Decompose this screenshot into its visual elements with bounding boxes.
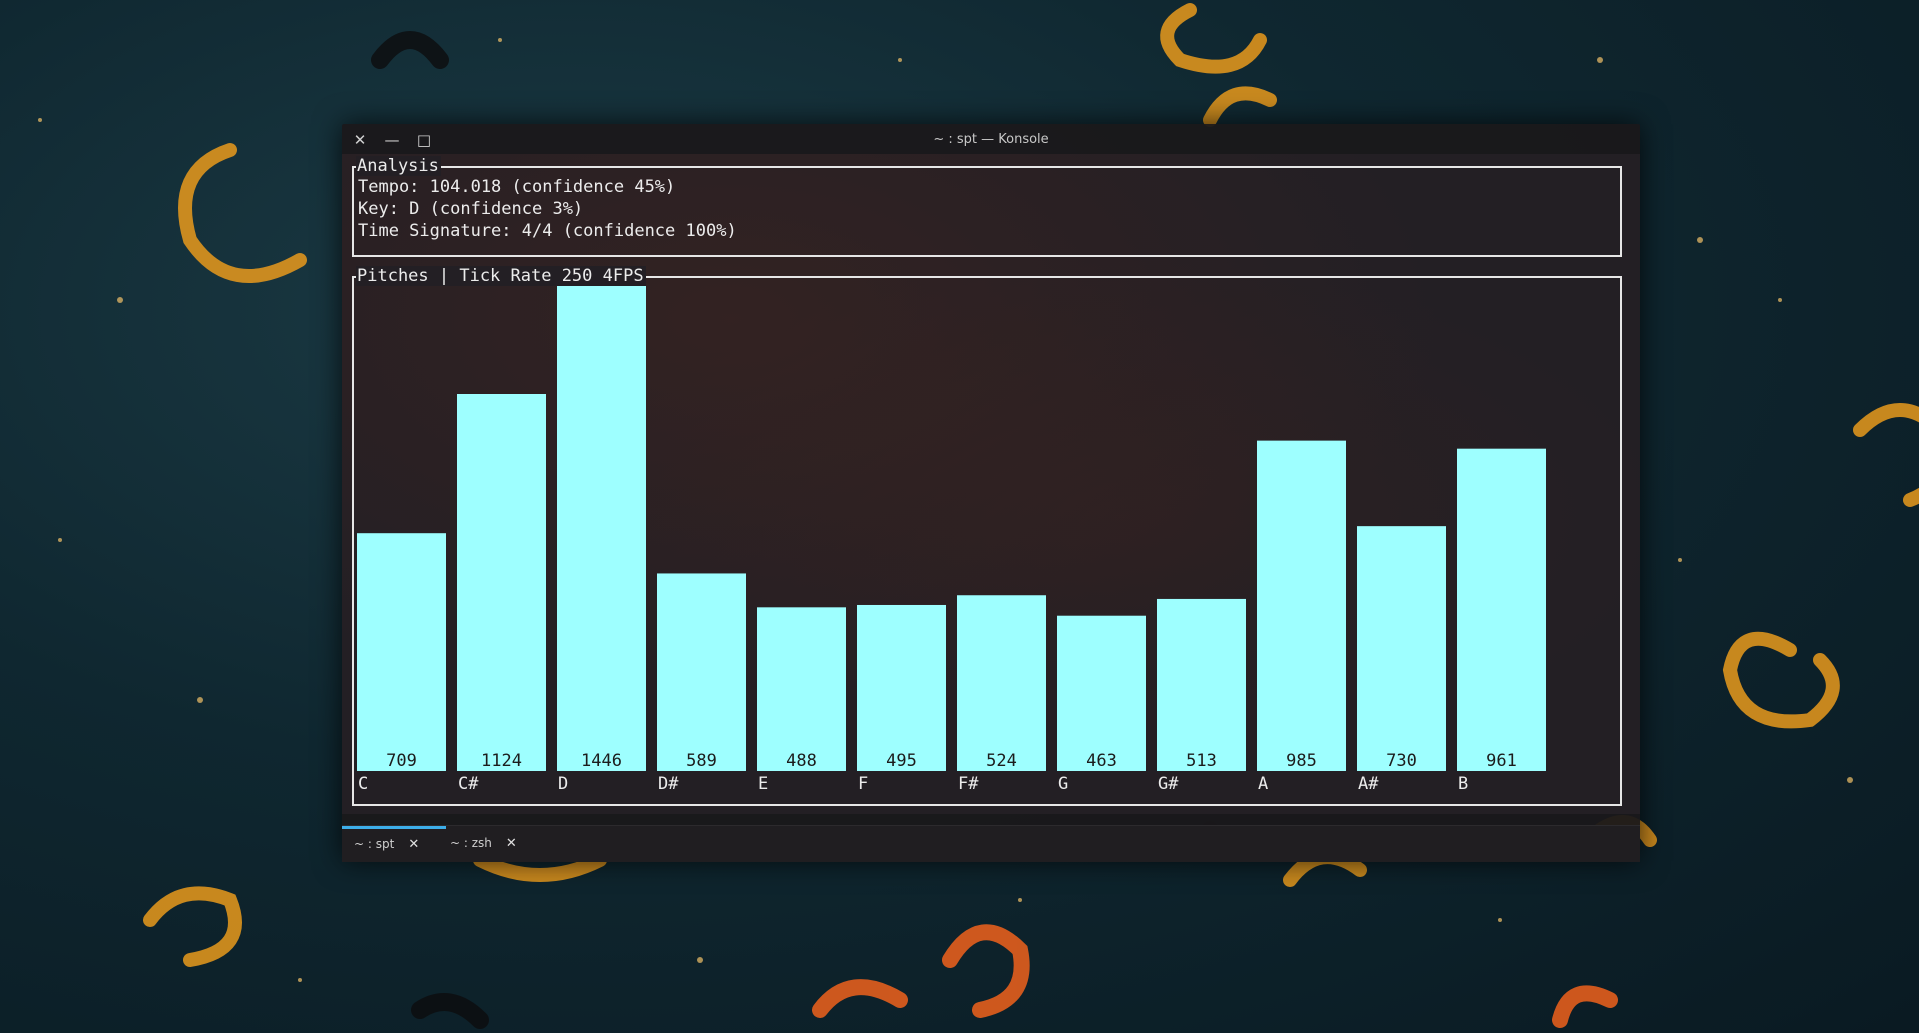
bar-C# xyxy=(457,394,546,771)
bar-category-label: C xyxy=(358,774,368,794)
bar-A# xyxy=(1357,526,1446,771)
tab-spt-label: ~ : spt xyxy=(354,837,395,851)
bar-category-label: A# xyxy=(1358,774,1379,794)
window-titlebar[interactable]: ✕ — □ ~ : spt — Konsole xyxy=(342,124,1640,154)
bar-category-label: E xyxy=(758,774,768,794)
bar-value-label: 524 xyxy=(986,751,1017,771)
analysis-box: Analysis Tempo: 104.018 (confidence 45%)… xyxy=(352,156,1622,257)
close-icon[interactable]: ✕ xyxy=(408,837,419,852)
analysis-box-title: Analysis xyxy=(356,156,441,176)
time-signature-line: Time Signature: 4/4 (confidence 100%) xyxy=(358,221,737,241)
bar-category-label: D xyxy=(558,774,568,794)
bar-B xyxy=(1457,448,1546,771)
bar-value-label: 1124 xyxy=(481,751,522,771)
tempo-line: Tempo: 104.018 (confidence 45%) xyxy=(358,177,676,197)
bar-category-label: C# xyxy=(458,774,479,794)
bar-value-label: 961 xyxy=(1486,751,1517,771)
bar-value-label: 463 xyxy=(1086,751,1117,771)
bar-category-label: D# xyxy=(658,774,679,794)
bar-value-label: 495 xyxy=(886,751,917,771)
bar-D xyxy=(557,286,646,771)
bar-category-label: F# xyxy=(958,774,979,794)
bar-category-label: G xyxy=(1058,774,1068,794)
bar-category-label: F xyxy=(858,774,868,794)
bar-G xyxy=(1057,615,1146,771)
tab-zsh-label: ~ : zsh xyxy=(450,836,492,850)
bar-E xyxy=(757,607,846,771)
bar-F xyxy=(857,604,946,771)
bar-category-label: A xyxy=(1258,774,1268,794)
tab-zsh[interactable]: ~ : zsh ✕ xyxy=(438,826,542,860)
bar-value-label: 1446 xyxy=(581,751,622,771)
bar-category-label: G# xyxy=(1158,774,1179,794)
bar-value-label: 589 xyxy=(686,751,717,771)
tab-spt[interactable]: ~ : spt ✕ xyxy=(342,826,446,863)
wallpaper-swirl-red xyxy=(812,924,1618,1028)
pitches-box: Pitches | Tick Rate 250 4FPS 709 C 1124 C# 1… xyxy=(352,266,1622,806)
pitch-bar-chart: 709 C 1124C# 1446 D 589 D# 488 E 495 F 524 F# 463 G 513… xyxy=(357,286,1546,794)
bar-value-label: 488 xyxy=(786,751,817,771)
window-title: ~ : spt — Konsole xyxy=(933,132,1049,147)
key-line: Key: D (confidence 3%) xyxy=(358,199,584,219)
bar-value-label: 730 xyxy=(1386,751,1417,771)
bar-A xyxy=(1257,440,1346,771)
bar-G# xyxy=(1157,598,1246,771)
bar-F# xyxy=(957,595,1046,771)
bar-value-label: 985 xyxy=(1286,751,1317,771)
bar-C xyxy=(357,533,446,771)
bar-value-label: 709 xyxy=(386,751,417,771)
bar-value-label: 513 xyxy=(1186,751,1217,771)
bar-category-label: B xyxy=(1458,774,1468,794)
bar-D# xyxy=(657,573,746,771)
tab-bar: ~ : spt ✕ ~ : zsh ✕ xyxy=(342,825,1640,862)
konsole-window: ✕ — □ ~ : spt — Konsole Analysis Tempo: … xyxy=(342,124,1640,862)
close-icon[interactable]: ✕ xyxy=(506,836,517,851)
terminal-area[interactable]: Analysis Tempo: 104.018 (confidence 45%)… xyxy=(342,154,1640,814)
